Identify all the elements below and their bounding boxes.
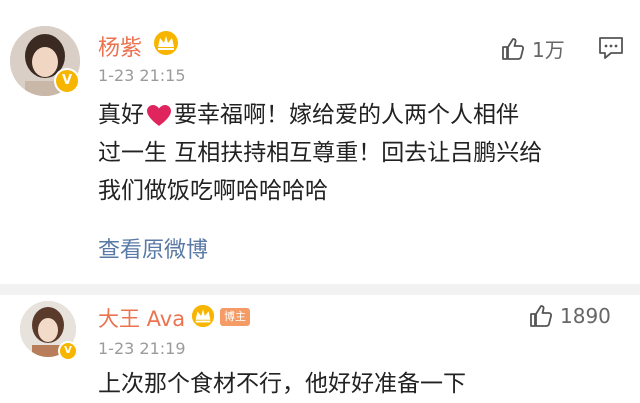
section-divider xyxy=(0,284,640,295)
thumbs-up-icon xyxy=(502,37,525,60)
timestamp: 1-23 21:15 xyxy=(98,66,186,85)
weibo-comment-screen: V 杨紫 1-23 21:15 1万 真好 要幸福啊！嫁给爱的人两个人相伴 过一… xyxy=(0,0,640,403)
verified-v-icon: V xyxy=(58,341,78,361)
heart-emoji-icon xyxy=(147,104,171,126)
like-button[interactable]: 1890 xyxy=(528,303,611,329)
comment-reply-icon[interactable] xyxy=(598,36,624,64)
like-count: 1890 xyxy=(560,304,611,328)
username[interactable]: 大王 Ava xyxy=(98,303,185,333)
timestamp: 1-23 21:19 xyxy=(98,339,186,358)
comment-text: 上次那个食材不行，他好好准备一下 xyxy=(98,371,466,397)
like-button[interactable]: 1万 xyxy=(500,34,565,63)
blogger-badge: 博主 xyxy=(220,308,250,326)
crown-vip-icon xyxy=(152,30,180,60)
comment-body: 真好 要幸福啊！嫁给爱的人两个人相伴 过一生 互相扶持相互尊重！回去让吕鹏兴给 … xyxy=(98,96,542,210)
like-count: 1万 xyxy=(532,38,565,62)
comment-text: 真好 xyxy=(98,102,144,128)
crown-vip-icon xyxy=(190,304,216,332)
comment-item: V 大王 Ava 博主 1-23 21:19 1890 上次那个食材不行，他好好… xyxy=(0,295,640,403)
comment-item: V 杨紫 1-23 21:15 1万 真好 要幸福啊！嫁给爱的人两个人相伴 过一… xyxy=(0,0,640,284)
comment-body: 上次那个食材不行，他好好准备一下 xyxy=(98,365,466,403)
thumbs-up-icon xyxy=(530,305,553,327)
comment-text: 过一生 互相扶持相互尊重！回去让吕鹏兴给 xyxy=(98,140,543,166)
username[interactable]: 杨紫 xyxy=(98,30,142,62)
comment-text: 要幸福啊！嫁给爱的人两个人相伴 xyxy=(174,102,519,128)
view-original-link[interactable]: 查看原微博 xyxy=(98,232,208,264)
verified-v-icon: V xyxy=(54,68,80,94)
comment-text: 我们做饭吃啊哈哈哈哈 xyxy=(98,178,328,204)
